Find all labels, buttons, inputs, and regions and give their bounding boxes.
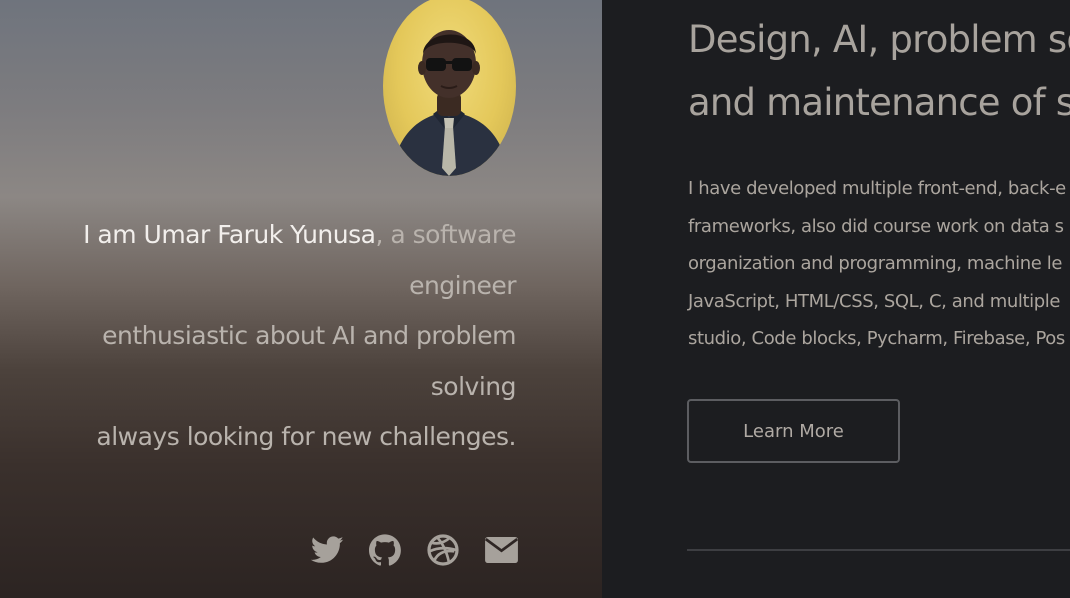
bio-line-5: studio, Code blocks, Pycharm, Firebase, … xyxy=(688,328,1065,349)
profile-photo xyxy=(391,30,509,176)
section-divider xyxy=(687,549,1070,551)
intro-line-5: always looking for new challenges. xyxy=(96,422,516,451)
dribbble-icon xyxy=(427,534,459,566)
bio-line-4: JavaScript, HTML/CSS, SQL, C, and multip… xyxy=(688,290,1061,312)
bio-line-1: I have developed multiple front-end, bac… xyxy=(688,178,1066,199)
learn-more-label: Learn More xyxy=(743,420,844,442)
headline: Design, AI, problem so and maintenance o… xyxy=(688,8,1070,134)
avatar xyxy=(383,0,516,176)
intro-text: I am Umar Faruk Yunusa, a software engin… xyxy=(76,210,516,463)
bio-line-2: frameworks, also did course work on data… xyxy=(688,215,1064,237)
bio-paragraph: I have developed multiple front-end, bac… xyxy=(688,170,1070,358)
page: I am Umar Faruk Yunusa, a software engin… xyxy=(0,0,1070,598)
intro-name: I am Umar Faruk Yunusa xyxy=(83,220,376,249)
intro-line1-text: , a software xyxy=(375,220,516,249)
intro-line-4: solving xyxy=(430,371,517,401)
bio-line-3: organization and programming, machine le xyxy=(688,253,1063,274)
email-link[interactable] xyxy=(484,533,518,567)
envelope-icon xyxy=(484,537,518,563)
intro-line-1: I am Umar Faruk Yunusa, a software xyxy=(76,210,516,261)
twitter-icon xyxy=(310,536,343,563)
learn-more-button[interactable]: Learn More xyxy=(687,399,900,463)
intro-line-2: engineer xyxy=(409,270,516,300)
headline-line-2: and maintenance of s xyxy=(688,81,1070,124)
content-panel: Design, AI, problem so and maintenance o… xyxy=(602,0,1070,598)
hero-panel: I am Umar Faruk Yunusa, a software engin… xyxy=(0,0,602,598)
social-links xyxy=(310,533,518,567)
twitter-link[interactable] xyxy=(310,533,344,567)
github-link[interactable] xyxy=(368,533,402,567)
intro-line-3: enthusiastic about AI and problem xyxy=(102,321,516,350)
github-icon xyxy=(369,534,401,566)
headline-line-1: Design, AI, problem so xyxy=(688,18,1070,61)
dribbble-link[interactable] xyxy=(426,533,460,567)
